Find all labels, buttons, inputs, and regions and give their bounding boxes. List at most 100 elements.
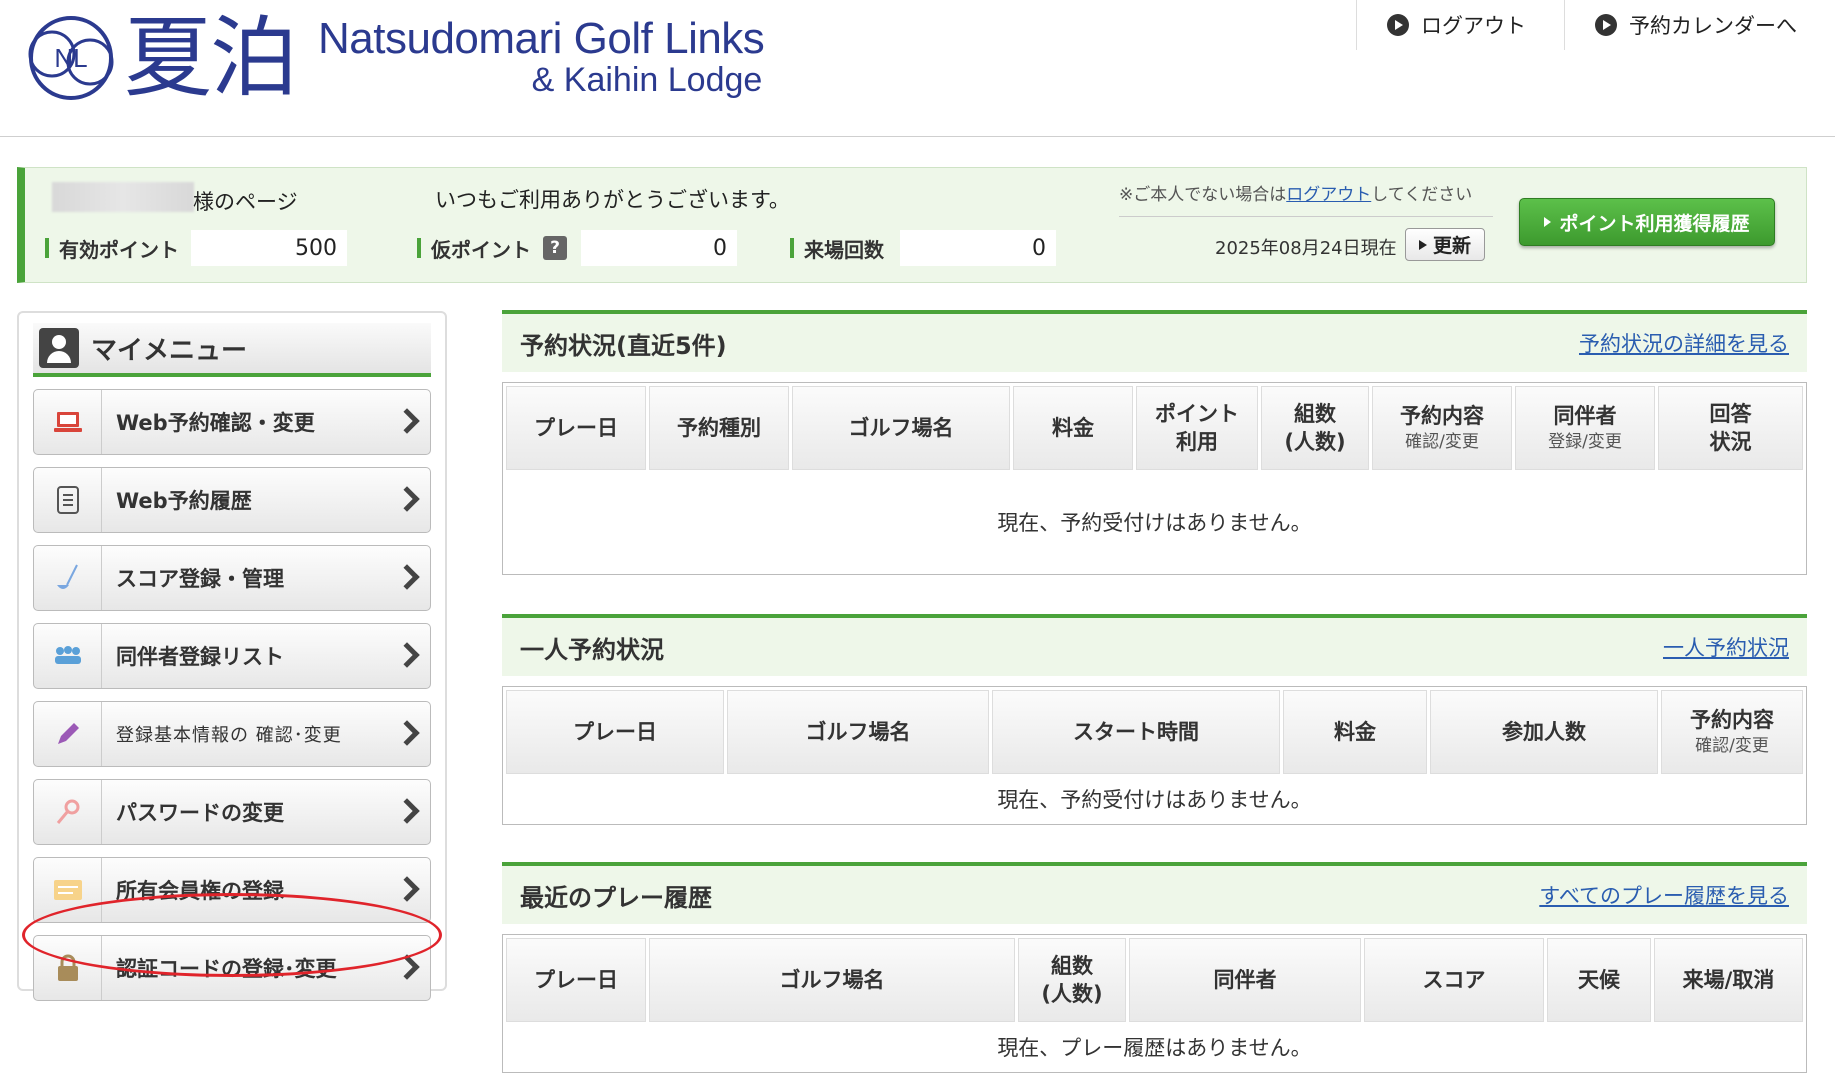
col-fee: 料金	[1283, 690, 1427, 774]
chevron-right-icon	[394, 798, 420, 824]
col-start-time: スタート時間	[992, 690, 1280, 774]
col-label: ポイント	[1155, 401, 1239, 426]
logout-link[interactable]: ログアウト	[1356, 0, 1564, 50]
note-suffix: してください	[1371, 185, 1473, 205]
refresh-button[interactable]: 更新	[1405, 228, 1485, 261]
visits-label: 来場回数	[804, 237, 884, 262]
menu-item-password[interactable]: パスワードの変更	[33, 779, 431, 845]
reservations-section: 予約状況(直近5件) 予約状況の詳細を見る プレー日 予約種別 ゴルフ場名 料金…	[502, 310, 1807, 575]
history-all-link[interactable]: すべてのプレー履歴を見る	[1539, 880, 1789, 910]
col-groups: 組数 (人数)	[1018, 938, 1126, 1022]
menu-item-label: Web予約確認・変更	[116, 411, 315, 435]
label-marker	[45, 238, 49, 258]
chevron-right-icon	[394, 720, 420, 746]
reservations-table: プレー日 予約種別 ゴルフ場名 料金 ポイント 利用 組数 (人数) 予約内容 確認/…	[502, 382, 1807, 575]
visits-value: 0	[900, 230, 1056, 266]
temp-points-label: 仮ポイント	[431, 237, 531, 262]
site-logo[interactable]: NL 夏泊 Natsudomari Golf Links & Kaihin Lo…	[22, 6, 765, 109]
col-companions: 同伴者 登録/変更	[1515, 386, 1655, 470]
solo-reservations-section: 一人予約状況 一人予約状況 プレー日 ゴルフ場名 スタート時間 料金 参加人数 …	[502, 614, 1807, 825]
refresh-label: 更新	[1432, 235, 1471, 257]
valid-points-label: 有効ポイント	[59, 237, 179, 262]
welcome-message: いつもご利用ありがとうございます。	[435, 188, 790, 212]
col-reservation-details: 予約内容 確認/変更	[1372, 386, 1512, 470]
reservation-calendar-link[interactable]: 予約カレンダーへ	[1564, 0, 1835, 50]
menu-item-companions[interactable]: 同伴者登録リスト	[33, 623, 431, 689]
menu-item-label: Web予約履歴	[116, 489, 252, 513]
history-title: 最近のプレー履歴	[520, 883, 712, 912]
empty-message: 現在、予約受付けはありません。	[997, 788, 1312, 812]
empty-message: 現在、予約受付けはありません。	[997, 511, 1312, 535]
solo-link[interactable]: 一人予約状況	[1663, 632, 1789, 662]
point-history-button[interactable]: ポイント利用獲得履歴	[1519, 198, 1775, 246]
play-icon	[1544, 217, 1552, 227]
col-label2: 状況	[1709, 430, 1752, 454]
col-play-date: プレー日	[506, 690, 724, 774]
label-marker	[417, 238, 421, 258]
col-sub: 登録/変更	[1548, 431, 1622, 452]
menu-item-web-reservation[interactable]: Web予約確認・変更	[33, 389, 431, 455]
my-menu-header: マイメニュー	[33, 323, 431, 377]
reservations-detail-link[interactable]: 予約状況の詳細を見る	[1579, 328, 1789, 358]
col-points: ポイント 利用	[1136, 386, 1258, 470]
key-icon	[34, 780, 102, 844]
lock-icon	[34, 936, 102, 1000]
menu-item-label: 所有会員権の登録	[116, 879, 284, 903]
empty-message: 現在、プレー履歴はありません。	[997, 1036, 1312, 1060]
reservations-title: 予約状況(直近5件)	[520, 331, 727, 360]
logo-en-line1: Natsudomari Golf Links	[318, 14, 765, 64]
table-row: 現在、予約受付けはありません。	[506, 777, 1803, 821]
play-circle-icon	[1387, 14, 1409, 36]
chevron-right-icon	[394, 408, 420, 434]
help-icon[interactable]: ?	[543, 236, 567, 260]
my-menu-title: マイメニュー	[91, 335, 248, 366]
chevron-right-icon	[394, 564, 420, 590]
menu-item-score[interactable]: スコア登録・管理	[33, 545, 431, 611]
member-info-bar: 様のページ いつもご利用ありがとうございます。 ※ご本人でない場合はログアウトし…	[17, 167, 1807, 283]
as-of-date: 2025年08月24日現在	[1215, 238, 1397, 259]
chevron-right-icon	[394, 642, 420, 668]
logout-label: ログアウト	[1421, 14, 1526, 38]
col-label2: (人数)	[1041, 982, 1103, 1006]
note-logout-link[interactable]: ログアウト	[1286, 185, 1371, 205]
table-header-row: プレー日 ゴルフ場名 組数 (人数) 同伴者 スコア 天候 来場/取消	[506, 938, 1803, 1022]
menu-item-basic-info[interactable]: 登録基本情報の 確認･変更	[33, 701, 431, 767]
temp-points-value: 0	[581, 230, 737, 266]
play-circle-icon	[1595, 14, 1617, 36]
top-links: ログアウト 予約カレンダーへ	[1356, 0, 1835, 50]
col-sub: 確認/変更	[1695, 735, 1769, 756]
point-history-label: ポイント利用獲得履歴	[1559, 212, 1750, 235]
menu-item-web-history[interactable]: Web予約履歴	[33, 467, 431, 533]
label-marker	[790, 238, 794, 258]
menu-item-auth-code[interactable]: 認証コードの登録･変更	[33, 935, 431, 1001]
col-label2: 利用	[1176, 430, 1218, 454]
menu-item-label: 登録基本情報の 確認･変更	[116, 725, 342, 746]
logo-kanji: 夏泊	[124, 6, 298, 109]
col-play-date: プレー日	[506, 386, 646, 470]
menu-item-label: パスワードの変更	[116, 801, 284, 825]
user-page-suffix: 様のページ	[193, 190, 298, 214]
table-row: 現在、予約受付けはありません。	[506, 473, 1803, 571]
divider	[1119, 216, 1493, 217]
table-row: 現在、プレー履歴はありません。	[506, 1025, 1803, 1069]
col-label2: (人数)	[1284, 430, 1346, 454]
table-header-row: プレー日 ゴルフ場名 スタート時間 料金 参加人数 予約内容 確認/変更	[506, 690, 1803, 774]
golf-club-icon	[34, 546, 102, 610]
history-header: 最近のプレー履歴 すべてのプレー履歴を見る	[502, 862, 1807, 924]
col-label: 組数	[1051, 953, 1093, 978]
logo-english: Natsudomari Golf Links & Kaihin Lodge	[318, 14, 765, 100]
menu-item-membership[interactable]: 所有会員権の登録	[33, 857, 431, 923]
col-score: スコア	[1364, 938, 1544, 1022]
col-visit-cancel: 来場/取消	[1654, 938, 1803, 1022]
col-answer-status: 回答 状況	[1658, 386, 1803, 470]
col-label: 同伴者	[1553, 404, 1617, 429]
play-icon	[1418, 239, 1427, 250]
nl-logo-icon: NL	[22, 9, 120, 107]
pencil-icon	[34, 702, 102, 766]
valid-points-value: 500	[191, 230, 347, 266]
document-list-icon	[34, 468, 102, 532]
history-table: プレー日 ゴルフ場名 組数 (人数) 同伴者 スコア 天候 来場/取消 現在、プレ…	[502, 934, 1807, 1073]
col-companions: 同伴者	[1129, 938, 1361, 1022]
solo-table: プレー日 ゴルフ場名 スタート時間 料金 参加人数 予約内容 確認/変更 現在、予…	[502, 686, 1807, 825]
col-play-date: プレー日	[506, 938, 646, 1022]
